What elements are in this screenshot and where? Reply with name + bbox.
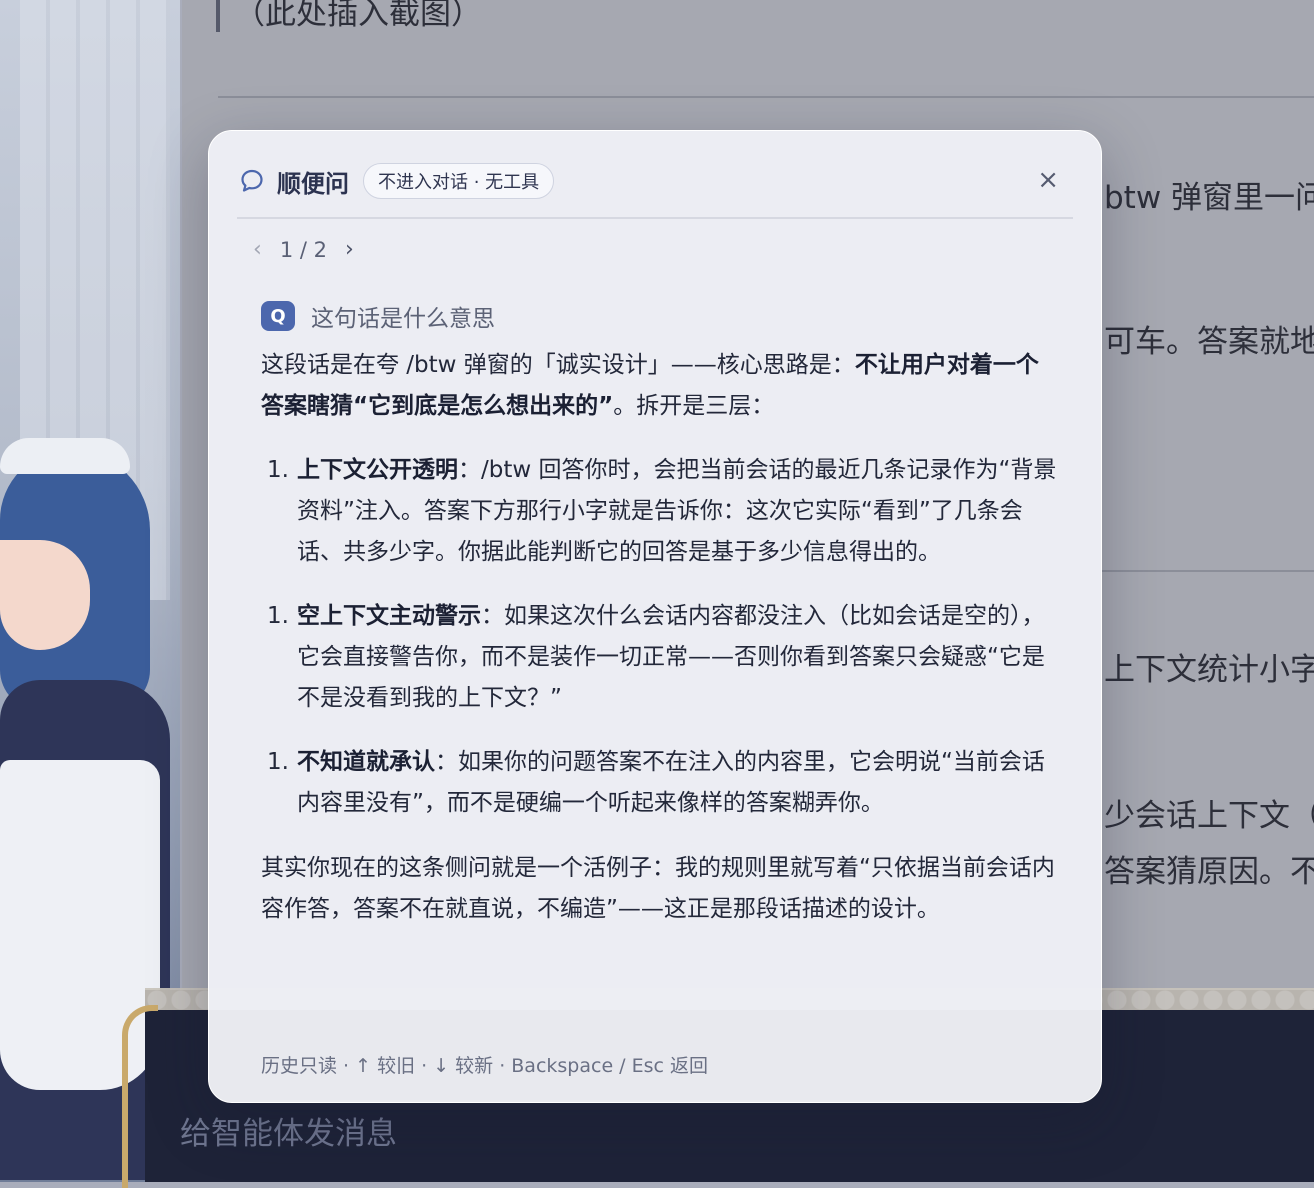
popup-title: 顺便问	[277, 169, 349, 198]
pager-position: 1 / 2	[279, 237, 327, 262]
answer-intro: 这段话是在夸 /btw 弹窗的「诚实设计」——核心思路是：不让用户对着一个答案瞎…	[261, 345, 1061, 427]
list-number: 1.	[267, 457, 289, 483]
chevron-right-icon[interactable]: ›	[345, 237, 354, 262]
doc-line: 上下文统计小字	[1104, 652, 1314, 688]
header-divider	[237, 217, 1073, 219]
list-item: 1. 上下文公开透明：/btw 回答你时，会把当前会话的最近几条记录作为“背景资料…	[261, 450, 1061, 573]
list-number: 1.	[267, 749, 289, 775]
answer-body: 这段话是在夸 /btw 弹窗的「诚实设计」——核心思路是：不让用户对着一个答案瞎…	[261, 345, 1061, 930]
close-icon[interactable]: ×	[1037, 165, 1059, 195]
intro-text: 这段话是在夸 /btw 弹窗的「诚实设计」——核心思路是：	[261, 352, 855, 378]
list-item: 1. 不知道就承认：如果你的问题答案不在注入的内容里，它会明说“当前会话内容里没有…	[261, 742, 1061, 824]
message-input[interactable]: 给智能体发消息	[180, 1108, 397, 1153]
doc-divider	[1102, 570, 1314, 572]
list-item-heading: 空上下文主动警示	[297, 603, 481, 629]
question-row: Q 这句话是什么意思	[261, 299, 495, 333]
btw-popup: 顺便问 不进入对话 · 无工具 × ‹ 1 / 2 › Q 这句话是什么意思 这…	[208, 130, 1102, 1103]
history-pager: ‹ 1 / 2 ›	[253, 237, 354, 262]
chevron-left-icon[interactable]: ‹	[253, 237, 262, 262]
list-item-heading: 上下文公开透明	[297, 457, 458, 483]
answer-closing: 其实你现在的这条侧问就是一个活例子：我的规则里就写着“只依据当前会话内容作答，答…	[261, 855, 1055, 922]
character-headband	[0, 438, 130, 474]
question-text: 这句话是什么意思	[311, 306, 495, 332]
question-badge: Q	[261, 301, 295, 331]
doc-line: btw 弹窗里一问	[1104, 180, 1314, 216]
list-item: 1. 空上下文主动警示：如果这次什么会话内容都没注入（比如会话是空的），它会直接警…	[261, 596, 1061, 719]
answer-list: 1. 上下文公开透明：/btw 回答你时，会把当前会话的最近几条记录作为“背景资料…	[261, 450, 1061, 824]
character-face	[0, 540, 90, 650]
doc-line: 少会话上下文（几	[1104, 798, 1314, 834]
doc-caption: （此处插入截图）	[234, 0, 482, 32]
doc-divider	[218, 96, 1314, 98]
gold-frame	[122, 1005, 158, 1188]
doc-line: 答案猜原因。不	[1104, 854, 1314, 890]
mode-badge: 不进入对话 · 无工具	[363, 163, 555, 199]
doc-line: 可车。答案就地	[1104, 324, 1314, 360]
list-number: 1.	[267, 603, 289, 629]
popup-header: 顺便问 不进入对话 · 无工具 ×	[239, 161, 1071, 201]
quote-bar	[216, 0, 220, 32]
keyboard-hint: 历史只读 · ↑ 较旧 · ↓ 较新 · Backspace / Esc 返回	[261, 1055, 709, 1077]
chat-bubble-icon	[239, 168, 265, 194]
intro-text-end: 。拆开是三层：	[613, 393, 775, 419]
list-item-heading: 不知道就承认	[297, 749, 435, 775]
